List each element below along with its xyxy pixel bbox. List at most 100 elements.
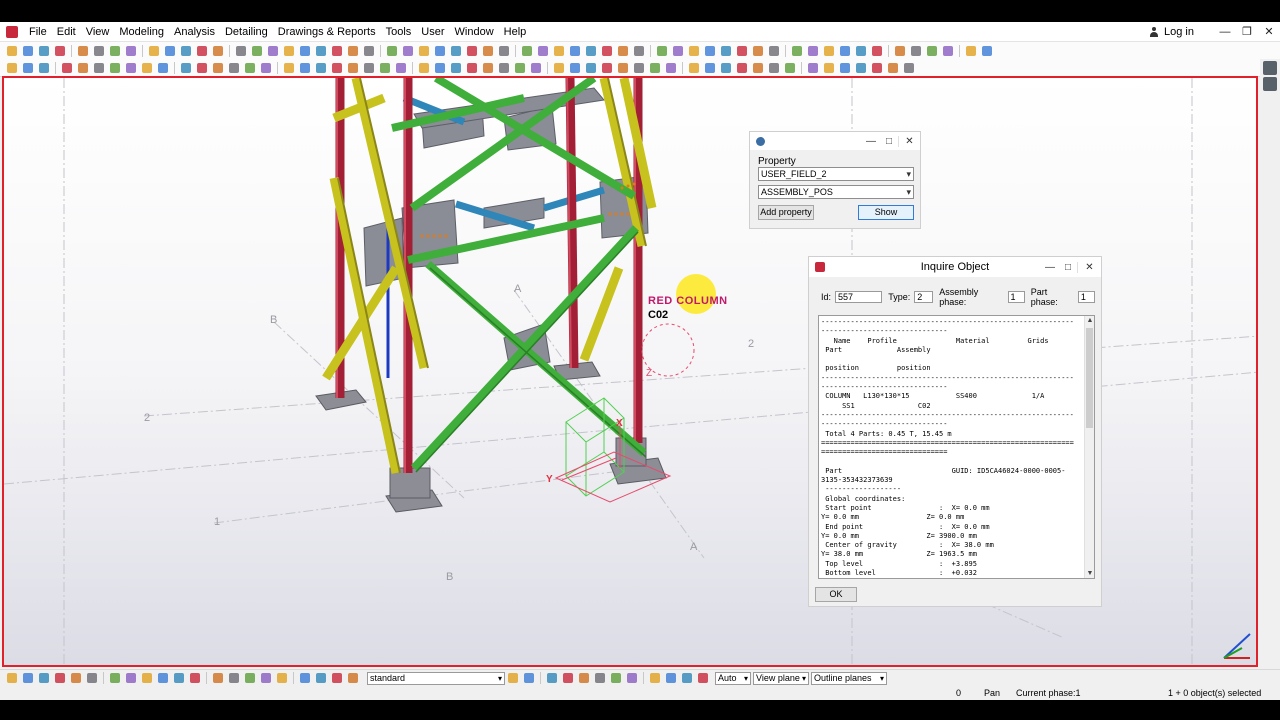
menu-tools[interactable]: Tools <box>381 23 417 41</box>
toolbar-tool-icon[interactable] <box>300 673 310 683</box>
apps-icon[interactable] <box>1263 77 1277 91</box>
toolbar-tool-icon[interactable] <box>451 46 461 56</box>
toolbar-tool-icon[interactable] <box>570 62 580 73</box>
toolbar-tool-icon[interactable] <box>236 46 246 56</box>
toolbar-tool-icon[interactable] <box>7 46 17 56</box>
toolbar-tool-icon[interactable] <box>579 673 589 683</box>
toolbar-tool-icon[interactable] <box>721 46 731 56</box>
toolbar-tool-icon[interactable] <box>332 46 342 56</box>
minimize-icon[interactable]: — <box>1214 26 1236 38</box>
menu-edit[interactable]: Edit <box>52 23 81 41</box>
toolbar-tool-icon[interactable] <box>39 673 49 683</box>
menu-file[interactable]: File <box>24 23 52 41</box>
assembly-phase-field[interactable]: 1 <box>1007 291 1025 303</box>
toolbar-tool-icon[interactable] <box>39 62 49 73</box>
toolbar-tool-icon[interactable] <box>364 46 374 56</box>
toolbar-tool-icon[interactable] <box>7 673 17 683</box>
toolbar-tool-icon[interactable] <box>165 46 175 56</box>
toolbar-tool-icon[interactable] <box>602 46 612 56</box>
toolbar-tool-icon[interactable] <box>824 46 834 56</box>
toolbar-tool-icon[interactable] <box>872 46 882 56</box>
toolbar-tool-icon[interactable] <box>55 46 65 56</box>
toolbar-tool-icon[interactable] <box>840 62 850 73</box>
toolbar-tool-icon[interactable] <box>618 62 628 73</box>
toolbar-tool-icon[interactable] <box>650 62 660 73</box>
toolbar-tool-icon[interactable] <box>229 673 239 683</box>
scroll-thumb[interactable] <box>1086 328 1093 428</box>
toolbar-tool-icon[interactable] <box>213 62 223 73</box>
toolbar-tool-icon[interactable] <box>126 46 136 56</box>
toolbar-tool-icon[interactable] <box>300 46 310 56</box>
toolbar-tool-icon[interactable] <box>966 46 976 56</box>
toolbar-tool-icon[interactable] <box>515 62 525 73</box>
toolbar-tool-icon[interactable] <box>467 46 477 56</box>
toolbar-tool-icon[interactable] <box>705 46 715 56</box>
toolbar-tool-icon[interactable] <box>547 673 557 683</box>
toolbar-tool-icon[interactable] <box>126 62 136 73</box>
ok-button[interactable]: OK <box>815 587 857 602</box>
toolbar-tool-icon[interactable] <box>451 62 461 73</box>
toolbar-tool-icon[interactable] <box>94 62 104 73</box>
id-field[interactable]: 557 <box>835 291 883 303</box>
menu-modeling[interactable]: Modeling <box>114 23 169 41</box>
toolbar-tool-icon[interactable] <box>792 46 802 56</box>
toolbar-tool-icon[interactable] <box>39 46 49 56</box>
toolbar-tool-icon[interactable] <box>737 46 747 56</box>
toolbar-tool-icon[interactable] <box>982 46 992 56</box>
toolbar-tool-icon[interactable] <box>7 62 17 73</box>
toolbar-tool-icon[interactable] <box>524 673 534 683</box>
toolbar-tool-icon[interactable] <box>467 62 477 73</box>
outline-planes-select[interactable]: Outline planes <box>811 671 887 685</box>
toolbar-tool-icon[interactable] <box>126 673 136 683</box>
toolbar-tool-icon[interactable] <box>277 673 287 683</box>
scroll-down-icon[interactable]: ▼ <box>1085 570 1094 577</box>
property-select-1[interactable]: USER_FIELD_2 <box>758 167 914 181</box>
toolbar-tool-icon[interactable] <box>483 46 493 56</box>
toolbar-tool-icon[interactable] <box>666 62 676 73</box>
toolbar-tool-icon[interactable] <box>554 46 564 56</box>
toolbar-tool-icon[interactable] <box>261 673 271 683</box>
menu-window[interactable]: Window <box>450 23 499 41</box>
toolbar-tool-icon[interactable] <box>824 62 834 73</box>
toolbar-tool-icon[interactable] <box>348 46 358 56</box>
toolbar-tool-icon[interactable] <box>71 673 81 683</box>
toolbar-tool-icon[interactable] <box>23 46 33 56</box>
scroll-up-icon[interactable]: ▲ <box>1085 317 1094 324</box>
toolbar-tool-icon[interactable] <box>419 46 429 56</box>
toolbar-tool-icon[interactable] <box>634 46 644 56</box>
toolbar-tool-icon[interactable] <box>245 62 255 73</box>
toolbar-tool-icon[interactable] <box>190 673 200 683</box>
toolbar-tool-icon[interactable] <box>316 46 326 56</box>
toolbar-tool-icon[interactable] <box>872 62 882 73</box>
toolbar-tool-icon[interactable] <box>158 62 168 73</box>
inquire-report-area[interactable]: ----------------------------------------… <box>818 315 1095 579</box>
toolbar-tool-icon[interactable] <box>348 62 358 73</box>
toolbar-tool-icon[interactable] <box>142 673 152 683</box>
cube-icon[interactable] <box>1263 61 1277 75</box>
menu-view[interactable]: View <box>81 23 115 41</box>
report-scrollbar[interactable]: ▲ ▼ <box>1084 316 1094 578</box>
toolbar-tool-icon[interactable] <box>245 673 255 683</box>
toolbar-tool-icon[interactable] <box>650 673 660 683</box>
toolbar-tool-icon[interactable] <box>531 62 541 73</box>
toolbar-tool-icon[interactable] <box>682 673 692 683</box>
toolbar-tool-icon[interactable] <box>856 46 866 56</box>
toolbar-tool-icon[interactable] <box>435 46 445 56</box>
toolbar-tool-icon[interactable] <box>538 46 548 56</box>
toolbar-tool-icon[interactable] <box>403 46 413 56</box>
toolbar-tool-icon[interactable] <box>387 46 397 56</box>
login-button[interactable]: Log in <box>1149 26 1194 38</box>
maximize-icon[interactable]: □ <box>1059 262 1077 273</box>
toolbar-tool-icon[interactable] <box>808 46 818 56</box>
toolbar-tool-icon[interactable] <box>261 62 271 73</box>
toolbar-tool-icon[interactable] <box>213 673 223 683</box>
toolbar-tool-icon[interactable] <box>634 62 644 73</box>
toolbar-tool-icon[interactable] <box>943 46 953 56</box>
toolbar-tool-icon[interactable] <box>737 62 747 73</box>
toolbar-tool-icon[interactable] <box>904 62 914 73</box>
part-phase-field[interactable]: 1 <box>1077 291 1096 303</box>
toolbar-tool-icon[interactable] <box>110 673 120 683</box>
inquire-dialog-titlebar[interactable]: Inquire Object — □ ✕ <box>809 257 1101 277</box>
toolbar-tool-icon[interactable] <box>316 62 326 73</box>
toolbar-tool-icon[interactable] <box>499 62 509 73</box>
